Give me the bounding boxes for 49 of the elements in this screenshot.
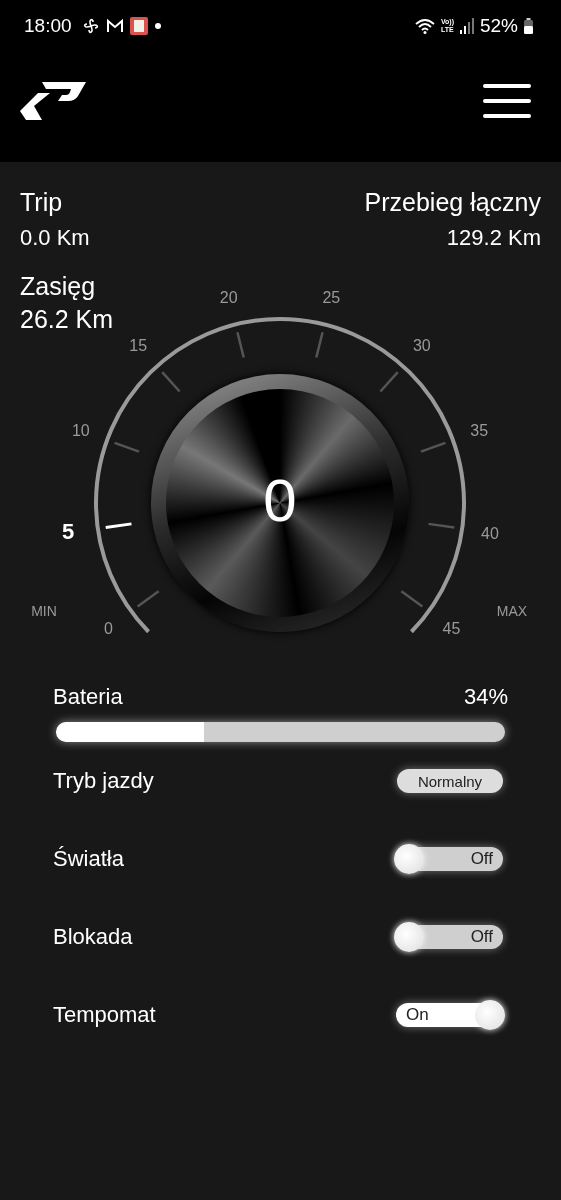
gauge-scale-label: 25 [322, 289, 341, 307]
range-value: 26.2 Km [20, 304, 114, 334]
mode-button[interactable]: Normalny [397, 769, 503, 793]
battery-reading: 34% [463, 683, 508, 711]
setting-label: Tempomat [53, 1001, 156, 1029]
gauge-max-label: MAX [496, 603, 528, 619]
gauge-scale-label: 40 [481, 524, 499, 542]
range-label: Zasięg [20, 271, 96, 302]
gauge-tick [428, 522, 455, 529]
status-time: 18:00 [24, 15, 72, 37]
gauge-scale-label: 30 [412, 337, 431, 355]
wifi-icon [414, 18, 435, 34]
setting-label: Światła [53, 845, 124, 873]
gauge-tick [105, 522, 132, 529]
toggle-switch[interactable]: On [396, 1003, 503, 1027]
gauge-tick [420, 441, 446, 453]
gauge-scale-label: 35 [470, 422, 489, 440]
gauge-scale-label: 0 [104, 619, 113, 636]
gauge-tick [114, 441, 140, 453]
setting-label: Blokada [53, 923, 133, 951]
signal-icon [459, 18, 474, 34]
notification-dot-icon [153, 22, 162, 30]
trip-value: 0.0 Km [20, 224, 90, 252]
speed-reading: 0 [262, 466, 298, 536]
total-distance-label: Przebieg łączny [364, 187, 541, 218]
gauge-scale-label: 15 [129, 337, 148, 355]
gauge-tick [236, 331, 245, 358]
fan-icon [81, 17, 100, 35]
gauge-tick [400, 590, 424, 608]
total-distance-value: 129.2 Km [446, 224, 541, 252]
gauge-scale-label: 20 [219, 289, 238, 307]
gauge-tick [161, 371, 181, 393]
mail-icon [105, 18, 124, 34]
gauge-scale-label: 45 [442, 619, 461, 636]
setting-label: Tryb jazdy [53, 767, 154, 795]
toggle-switch[interactable]: Off [396, 925, 503, 949]
battery-percent: 52% [479, 15, 518, 37]
gauge-min-label: MIN [31, 603, 57, 619]
gauge-tick [379, 371, 399, 393]
app-icon [129, 17, 148, 35]
battery-label: Bateria [53, 683, 123, 711]
battery-icon [524, 18, 533, 34]
logo-icon[interactable] [20, 82, 86, 120]
gauge-tick [315, 331, 324, 358]
gauge-scale-label: 5 [61, 518, 75, 544]
gauge-tick [136, 590, 160, 608]
trip-label: Trip [20, 187, 63, 218]
gauge-scale-label: 10 [71, 422, 90, 440]
toggle-switch[interactable]: Off [396, 847, 503, 871]
